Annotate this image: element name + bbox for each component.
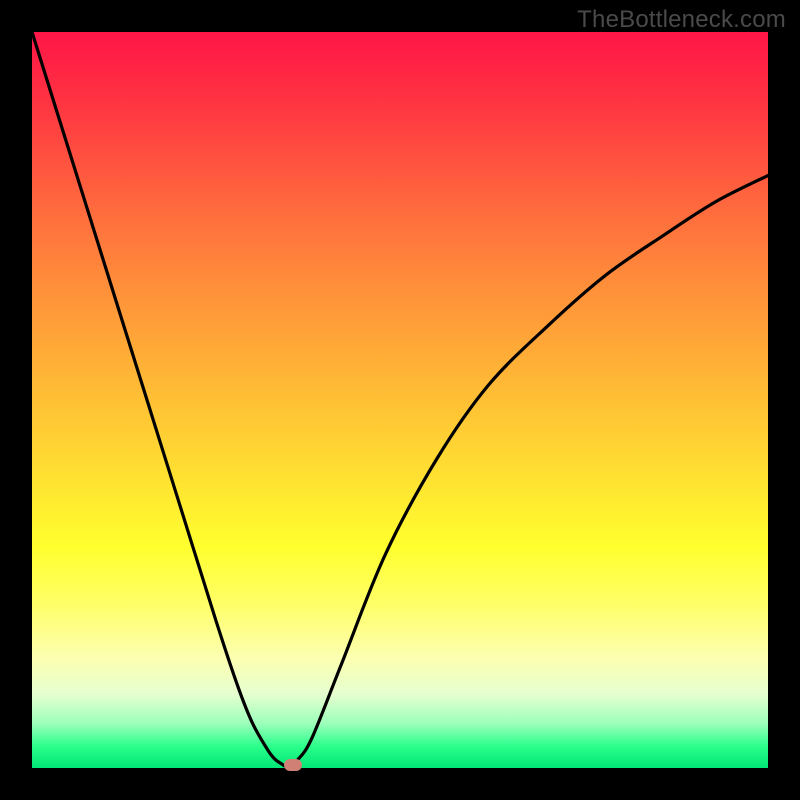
chart-frame: TheBottleneck.com [0,0,800,800]
optimal-marker [284,759,302,771]
bottleneck-curve [32,32,768,768]
watermark-text: TheBottleneck.com [577,6,786,34]
